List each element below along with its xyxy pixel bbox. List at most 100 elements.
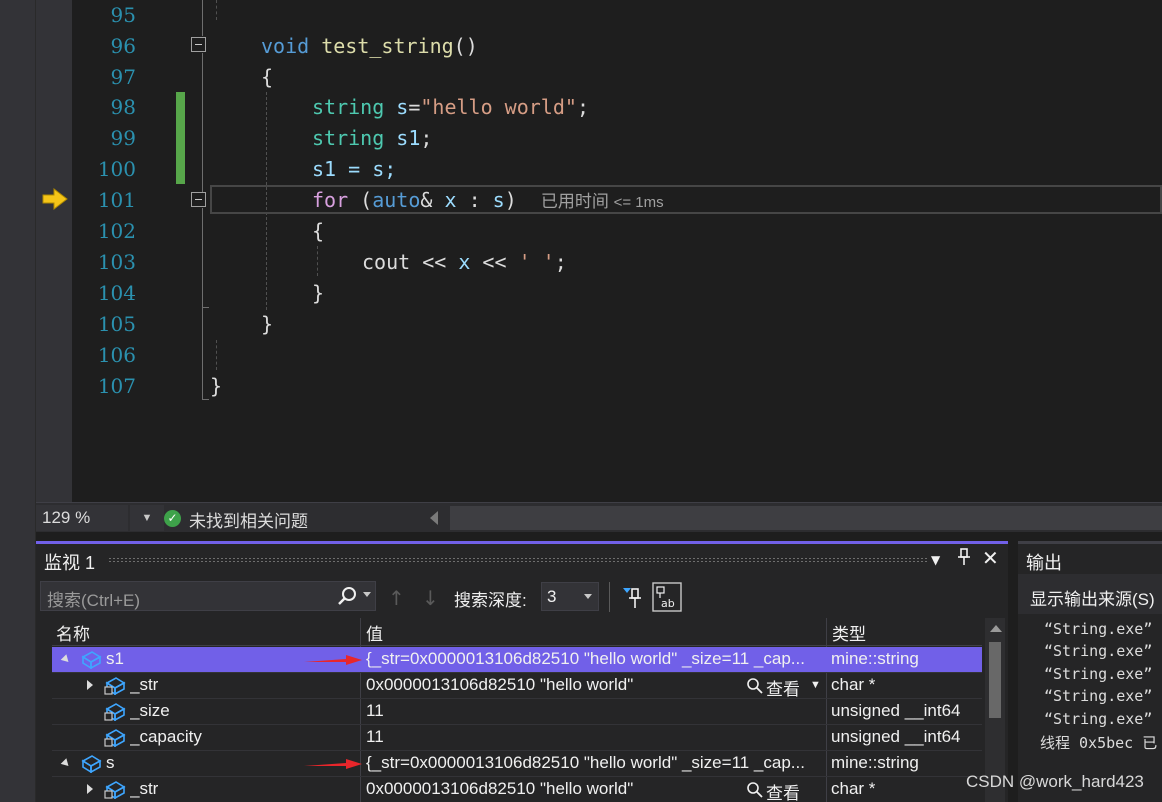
output-panel: 输出 显示输出来源(S) “String.exe” “String.exe” “… bbox=[1018, 541, 1162, 802]
watch-grid-header: 名称 值 类型 bbox=[52, 618, 982, 646]
watch-row-s1[interactable]: s1 {_str=0x0000013106d82510 "hello world… bbox=[52, 647, 982, 673]
window-menu-icon[interactable]: ▼ bbox=[931, 553, 940, 567]
watch-type: unsigned __int64 bbox=[831, 701, 961, 720]
punctuation: ) bbox=[504, 188, 517, 212]
magnifier-icon[interactable] bbox=[746, 677, 763, 694]
toolbar-separator bbox=[609, 582, 610, 612]
scrollbar-thumb[interactable] bbox=[989, 642, 1001, 718]
code-line-97[interactable]: { bbox=[261, 62, 273, 93]
watch-type: unsigned __int64 bbox=[831, 727, 961, 746]
line-number: 103 bbox=[97, 250, 136, 274]
search-next-icon[interactable]: ↓ bbox=[422, 586, 439, 610]
expand-toggle-icon[interactable] bbox=[60, 654, 72, 665]
field-icon bbox=[104, 729, 126, 747]
horizontal-scrollbar[interactable] bbox=[450, 506, 1162, 530]
line-number: 101 bbox=[97, 188, 136, 212]
close-icon[interactable]: ✕ bbox=[982, 546, 999, 570]
expand-toggle-icon[interactable] bbox=[87, 784, 93, 794]
code-line-96[interactable]: void test_string() bbox=[261, 31, 478, 62]
line-number: 102 bbox=[97, 219, 136, 243]
pin-filter-icon[interactable] bbox=[618, 582, 648, 612]
code-line-103[interactable]: cout << x << ' '; bbox=[362, 247, 567, 278]
scroll-up-icon[interactable] bbox=[990, 625, 1002, 632]
code-editor[interactable]: 95 96 97 98 99 100 101 102 103 104 105 1… bbox=[0, 0, 1162, 502]
left-tool-strip bbox=[0, 0, 36, 802]
output-line: “String.exe” bbox=[1044, 620, 1153, 638]
watch-value[interactable]: 11 bbox=[366, 701, 384, 721]
zoom-level[interactable]: 129 % bbox=[36, 505, 128, 531]
output-panel-title[interactable]: 输出 bbox=[1026, 549, 1062, 575]
code-line-98[interactable]: string s="hello world"; bbox=[312, 92, 589, 123]
editor-glyph-margin[interactable] bbox=[36, 0, 72, 502]
watermark: CSDN @work_hard423 bbox=[966, 772, 1144, 791]
chevron-down-icon[interactable]: ▼ bbox=[810, 679, 821, 691]
search-icon[interactable] bbox=[337, 586, 357, 606]
code-line-104[interactable]: } bbox=[312, 278, 324, 309]
variable: s bbox=[396, 95, 409, 119]
annotation-arrow-icon bbox=[304, 759, 362, 769]
collapse-toggle-icon[interactable] bbox=[191, 192, 206, 207]
code-line-99[interactable]: string s1; bbox=[312, 123, 432, 154]
indent-guide bbox=[216, 340, 217, 370]
chevron-down-icon[interactable] bbox=[363, 592, 371, 597]
column-header-value[interactable]: 值 bbox=[366, 620, 383, 645]
watch-row-s[interactable]: s {_str=0x0000013106d82510 "hello world"… bbox=[52, 751, 982, 777]
char-literal: ' ' bbox=[518, 250, 555, 274]
chevron-down-icon[interactable]: ▼ bbox=[130, 505, 164, 531]
watch-type: mine::string bbox=[831, 753, 919, 772]
expand-toggle-icon[interactable] bbox=[60, 758, 72, 769]
search-depth-select[interactable]: 3 bbox=[541, 582, 599, 611]
issues-status[interactable]: 未找到相关问题 bbox=[189, 507, 308, 532]
line-number: 106 bbox=[97, 343, 136, 367]
watch-row-size[interactable]: _size 11 unsigned __int64 bbox=[52, 699, 982, 725]
column-header-name[interactable]: 名称 bbox=[56, 620, 90, 645]
watch-row-capacity[interactable]: _capacity 11 unsigned __int64 bbox=[52, 725, 982, 751]
view-button[interactable]: 查看 bbox=[766, 675, 800, 700]
operator: << bbox=[410, 250, 459, 274]
scroll-left-icon[interactable] bbox=[430, 511, 438, 525]
punctuation: ; bbox=[576, 95, 589, 119]
watch-value[interactable]: {_str=0x0000013106d82510 "hello world" _… bbox=[366, 753, 830, 773]
type-name: string bbox=[312, 95, 385, 119]
watch-value[interactable]: 0x0000013106d82510 "hello world" bbox=[366, 779, 633, 799]
code-line-102[interactable]: { bbox=[312, 216, 324, 247]
punctuation: } bbox=[312, 281, 325, 305]
expand-toggle-icon[interactable] bbox=[87, 680, 93, 690]
punctuation: } bbox=[261, 312, 274, 336]
svg-text:ab: ab bbox=[661, 597, 675, 610]
watch-value[interactable]: {_str=0x0000013106d82510 "hello world" _… bbox=[366, 649, 830, 669]
magnifier-icon[interactable] bbox=[746, 781, 763, 798]
punctuation: () bbox=[453, 34, 478, 58]
watch-value[interactable]: 0x0000013106d82510 "hello world" bbox=[366, 675, 633, 695]
collapse-toggle-icon[interactable] bbox=[191, 37, 206, 52]
pin-icon[interactable] bbox=[957, 548, 971, 570]
string-literal: "hello world" bbox=[420, 95, 577, 119]
search-depth-label: 搜索深度: bbox=[454, 591, 527, 610]
hex-display-icon[interactable]: ab bbox=[652, 582, 682, 612]
watch-name: _str bbox=[130, 675, 159, 694]
watch-type: char * bbox=[831, 675, 876, 694]
operator: << bbox=[470, 250, 519, 274]
variable: x bbox=[458, 250, 471, 274]
column-header-type[interactable]: 类型 bbox=[832, 620, 866, 645]
execution-pointer-icon bbox=[42, 188, 68, 210]
check-circle-icon: ✓ bbox=[164, 510, 181, 527]
code-line-101[interactable]: for (auto& x : s) 已用时间 <= 1ms bbox=[312, 185, 664, 216]
panel-grip[interactable] bbox=[108, 557, 928, 563]
search-previous-icon[interactable]: ↑ bbox=[388, 586, 405, 610]
code-line-107[interactable]: } bbox=[210, 371, 222, 402]
perf-tip[interactable]: 已用时间 <= 1ms bbox=[541, 192, 664, 211]
watch-name: _size bbox=[130, 701, 170, 720]
punctuation: { bbox=[312, 219, 325, 243]
function-name: test_string bbox=[321, 34, 454, 58]
code-line-105[interactable]: } bbox=[261, 309, 273, 340]
code-line-100[interactable]: s1 = s; bbox=[312, 154, 396, 185]
watch-row-str[interactable]: _str 0x0000013106d82510 "hello world" 查看… bbox=[52, 777, 982, 802]
watch-search-input[interactable]: 搜索(Ctrl+E) bbox=[40, 581, 376, 611]
watch-value[interactable]: 11 bbox=[366, 727, 384, 747]
change-indicator-bar bbox=[176, 92, 185, 184]
watch-row-str[interactable]: _str 0x0000013106d82510 "hello world" 查看… bbox=[52, 673, 982, 699]
watch-panel-title[interactable]: 监视 1 bbox=[44, 549, 95, 575]
editor-status-bar: 129 % ▼ ✓ 未找到相关问题 bbox=[36, 502, 1162, 532]
view-button[interactable]: 查看 bbox=[766, 779, 800, 802]
